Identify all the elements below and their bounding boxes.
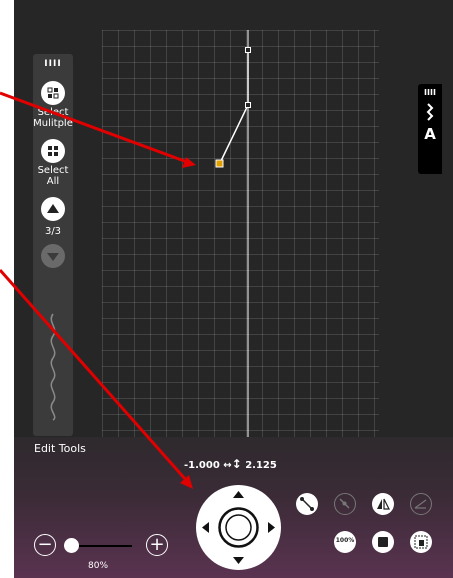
zoom-slider-track[interactable] <box>70 545 132 547</box>
insert-point-button[interactable] <box>334 493 356 515</box>
dpad-up-arrow <box>233 491 244 498</box>
zoom-in-button[interactable]: + <box>146 534 168 556</box>
scale-100-button[interactable]: 100% <box>334 531 356 553</box>
page-up-button[interactable] <box>41 197 65 221</box>
zoom-out-button[interactable]: − <box>34 534 56 556</box>
coordinate-readout: -1.000 ↔↕ 2.125 <box>184 457 277 471</box>
dpad-right-arrow <box>268 522 275 533</box>
left-tool-panel: IIII Select Mulitple Select All 3/3 <box>33 54 73 436</box>
stitch-preview-thumbnail <box>50 313 56 421</box>
panel-grip-icon[interactable]: IIII <box>33 54 73 72</box>
page-down-button[interactable] <box>41 244 65 268</box>
font-letter-button[interactable]: A <box>418 125 442 143</box>
stitch-point <box>245 47 251 53</box>
mirror-button[interactable] <box>372 493 394 515</box>
page-indicator: 3/3 <box>44 226 62 237</box>
edit-tools-panel: Edit Tools -1.000 ↔↕ 2.125 − + 80% 100% <box>14 437 453 578</box>
triangle-down-icon <box>47 253 59 261</box>
triangle-up-icon <box>47 204 59 213</box>
insert-point-icon <box>339 498 350 509</box>
select-multiple-label: Select Mulitple <box>33 107 73 129</box>
zoom-slider-knob[interactable] <box>64 538 79 553</box>
scale-100-label: 100% <box>335 537 355 544</box>
select-multiple-button[interactable] <box>41 81 65 105</box>
layer-icon <box>378 537 388 547</box>
navigation-dpad[interactable] <box>196 485 281 570</box>
selected-stitch-point <box>215 159 224 168</box>
dpad-left-arrow <box>202 522 209 533</box>
dpad-center-button <box>218 507 259 548</box>
dpad-icon <box>202 491 275 564</box>
zoom-percentage: 80% <box>88 561 109 571</box>
dpad-down-arrow <box>233 557 244 564</box>
angle-button[interactable] <box>410 493 432 515</box>
line-segment-icon <box>300 497 314 511</box>
right-side-panel: IIII A <box>418 84 442 174</box>
horizontal-arrow-icon: ↔ <box>223 460 232 471</box>
angle-icon <box>414 499 427 509</box>
layer-button[interactable] <box>372 531 394 553</box>
edit-tools-title: Edit Tools <box>34 442 86 455</box>
trash-icon <box>414 535 428 549</box>
select-multiple-icon <box>47 87 59 99</box>
vertical-arrow-icon: ↕ <box>231 457 242 471</box>
mirror-icon <box>377 498 390 510</box>
coord-y-value: 2.125 <box>245 460 277 471</box>
move-point-button[interactable] <box>296 493 318 515</box>
zigzag-stitch-icon[interactable] <box>418 101 442 123</box>
stitch-path <box>215 30 251 438</box>
delete-button[interactable] <box>410 531 432 553</box>
select-all-icon <box>48 146 58 156</box>
coord-x-value: -1.000 <box>184 460 220 471</box>
panel-grip-icon[interactable]: IIII <box>418 88 442 97</box>
embroidery-editor-screen: IIII Select Mulitple Select All 3/3 IIII… <box>14 0 453 578</box>
select-all-button[interactable] <box>41 139 65 163</box>
select-all-label: Select All <box>37 165 69 187</box>
stitch-point <box>245 102 251 108</box>
stitch-canvas[interactable] <box>102 30 379 438</box>
